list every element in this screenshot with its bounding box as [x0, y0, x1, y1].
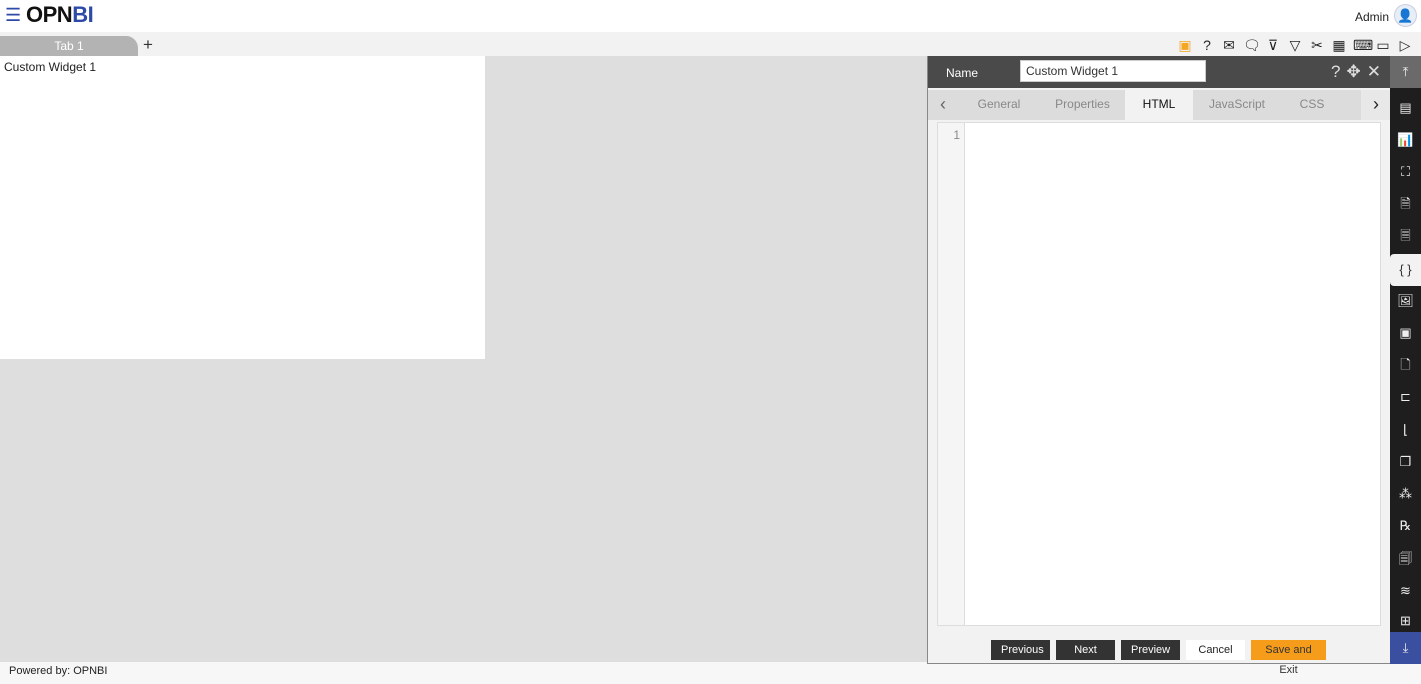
line-numbers: 1	[938, 123, 965, 625]
logo: OPNBI	[26, 2, 94, 28]
move-icon[interactable]: ✥	[1347, 62, 1361, 82]
save-icon[interactable]: ▣	[1177, 36, 1193, 54]
logo-text: OPN	[26, 2, 73, 27]
previous-button[interactable]: Previous	[991, 640, 1050, 660]
save-and-exit-button[interactable]: Save and Exit	[1251, 640, 1326, 676]
tree-icon[interactable]: ⊏	[1390, 381, 1421, 413]
file-icon[interactable]: 🗋	[1390, 349, 1421, 381]
tab-javascript[interactable]: JavaScript	[1193, 90, 1281, 120]
tabs-prev-icon[interactable]: ‹	[928, 90, 958, 120]
widget-title: Custom Widget 1	[4, 60, 97, 74]
code-braces-icon[interactable]: { }	[1390, 254, 1421, 286]
cancel-button[interactable]: Cancel	[1186, 640, 1245, 660]
tab-properties[interactable]: Properties	[1040, 90, 1125, 120]
embed-icon[interactable]: ⌨	[1353, 36, 1373, 54]
download-icon[interactable]: ⤓	[1390, 632, 1421, 664]
calendar-icon[interactable]: ▣	[1390, 317, 1421, 349]
chart-icon[interactable]: ⌊	[1390, 414, 1421, 446]
widget-type-rail: ⤒ ▤ 📊 ⛶ 🗎 🗏 { } 🖼 ▣ 🗋 ⊏ ⌊ ❐ ⁂ ℞ 🗐 ≋ ⊞ ⤓	[1390, 56, 1421, 664]
devices-icon[interactable]: ▭	[1375, 36, 1391, 54]
document-icon[interactable]: 🗏	[1390, 220, 1421, 252]
html-code-editor[interactable]: 1	[937, 122, 1381, 626]
bar-line-chart-icon[interactable]: 📊	[1390, 124, 1421, 156]
form-icon[interactable]: 🗐	[1390, 543, 1421, 575]
hamburger-icon[interactable]: ☰	[5, 6, 21, 24]
filter-icon[interactable]: ▽	[1287, 36, 1303, 54]
help-icon[interactable]: ?	[1199, 36, 1215, 54]
pin-top-icon[interactable]: ⤒	[1390, 56, 1421, 88]
clear-filter-icon[interactable]: ⊽	[1265, 36, 1281, 54]
next-button[interactable]: Next	[1056, 640, 1115, 660]
mail-icon[interactable]: ✉	[1221, 36, 1237, 54]
close-icon[interactable]: ✕	[1367, 62, 1381, 82]
panel-header: Name ? ✥ ✕	[928, 56, 1391, 88]
tab-html[interactable]: HTML	[1125, 90, 1193, 120]
user-name[interactable]: Admin	[1355, 10, 1389, 24]
tab-css[interactable]: CSS	[1281, 90, 1343, 120]
name-input[interactable]	[1020, 60, 1206, 82]
app-header: ☰ OPNBI Admin 👤	[0, 0, 1421, 32]
report-icon[interactable]: 🗎	[1390, 188, 1421, 220]
add-tab-button[interactable]: +	[143, 35, 153, 55]
table-icon[interactable]: ▦	[1331, 36, 1347, 54]
card-icon[interactable]: ▤	[1390, 92, 1421, 124]
comment-icon[interactable]: 🗨	[1243, 36, 1261, 54]
preview-button[interactable]: Preview	[1121, 640, 1180, 660]
toolbar: ▣ ? ✉ 🗨 ⊽ ▽ ✂ ▦ ⌨ ▭ ▷	[1177, 36, 1413, 54]
tab-1[interactable]: Tab 1	[0, 36, 138, 56]
cubes-icon[interactable]: ⁂	[1390, 478, 1421, 510]
tools-icon[interactable]: ✂	[1309, 36, 1325, 54]
copy-icon[interactable]: ❐	[1390, 446, 1421, 478]
layers-icon[interactable]: ≋	[1390, 575, 1421, 607]
widget-editor-panel: Name ? ✥ ✕ ‹ General Properties HTML Jav…	[927, 56, 1391, 676]
footer: Powered by: OPNBI	[0, 662, 1421, 684]
help-icon[interactable]: ?	[1331, 62, 1340, 82]
user-avatar-icon[interactable]: 👤	[1394, 4, 1417, 27]
tab-general[interactable]: General	[958, 90, 1040, 120]
play-icon[interactable]: ▷	[1397, 36, 1413, 54]
map-icon[interactable]: ⛶	[1390, 156, 1421, 188]
panel-tabs: ‹ General Properties HTML JavaScript CSS…	[928, 90, 1391, 120]
image-icon[interactable]: 🖼	[1390, 285, 1421, 317]
name-label: Name	[946, 66, 979, 80]
logo-text-accent: BI	[72, 2, 94, 27]
custom-widget[interactable]: Custom Widget 1	[0, 56, 485, 359]
tabs-next-icon[interactable]: ›	[1361, 90, 1391, 120]
rx-icon[interactable]: ℞	[1390, 510, 1421, 542]
tab-spacer	[1343, 90, 1361, 120]
